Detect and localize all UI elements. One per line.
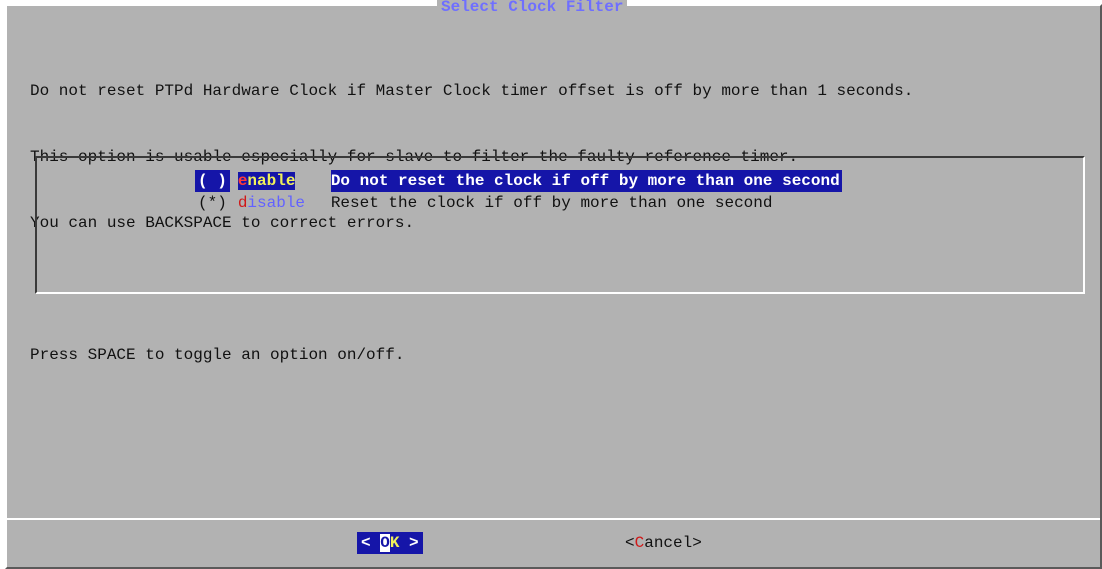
radio-button-enable[interactable]: ( ) <box>195 170 230 192</box>
cancel-label-rest: ancel <box>644 534 693 552</box>
radio-button-disable[interactable]: (*) <box>195 192 230 214</box>
button-separator <box>7 518 1100 520</box>
ok-button[interactable]: < OK > <box>357 532 423 554</box>
ok-label-rest: K <box>389 534 400 552</box>
option-description-enable: Do not reset the clock if off by more th… <box>330 170 842 192</box>
message-line: Press SPACE to toggle an option on/off. <box>30 346 405 364</box>
cancel-left-bracket: < <box>625 534 635 552</box>
option-description-disable: Reset the clock if off by more than one … <box>330 194 773 212</box>
option-hotkey: e <box>237 172 248 190</box>
option-tag-rest: isable <box>247 194 306 212</box>
message-line: Do not reset PTPd Hardware Clock if Mast… <box>30 82 914 100</box>
cancel-button[interactable]: <Cancel> <box>625 532 702 554</box>
ok-right-bracket: > <box>399 534 419 552</box>
option-tag-enable: enable <box>237 170 323 192</box>
cancel-right-bracket: > <box>692 534 702 552</box>
dialog-title: Select Clock Filter <box>437 0 628 18</box>
select-clock-filter-dialog: Select Clock Filter Do not reset PTPd Ha… <box>5 0 1102 569</box>
option-enable[interactable]: ( ) enable Do not reset the clock if off… <box>195 170 842 192</box>
ok-hotkey: O <box>380 534 390 552</box>
radio-list: ( ) enable Do not reset the clock if off… <box>35 156 1085 294</box>
cancel-hotkey: C <box>634 534 645 552</box>
ok-left-bracket: < <box>361 534 381 552</box>
option-tag-disable: disable <box>238 192 323 214</box>
option-tag-rest: nable <box>247 172 296 190</box>
option-disable[interactable]: (*) disable Reset the clock if off by mo… <box>195 192 772 214</box>
option-hotkey: d <box>237 194 248 212</box>
